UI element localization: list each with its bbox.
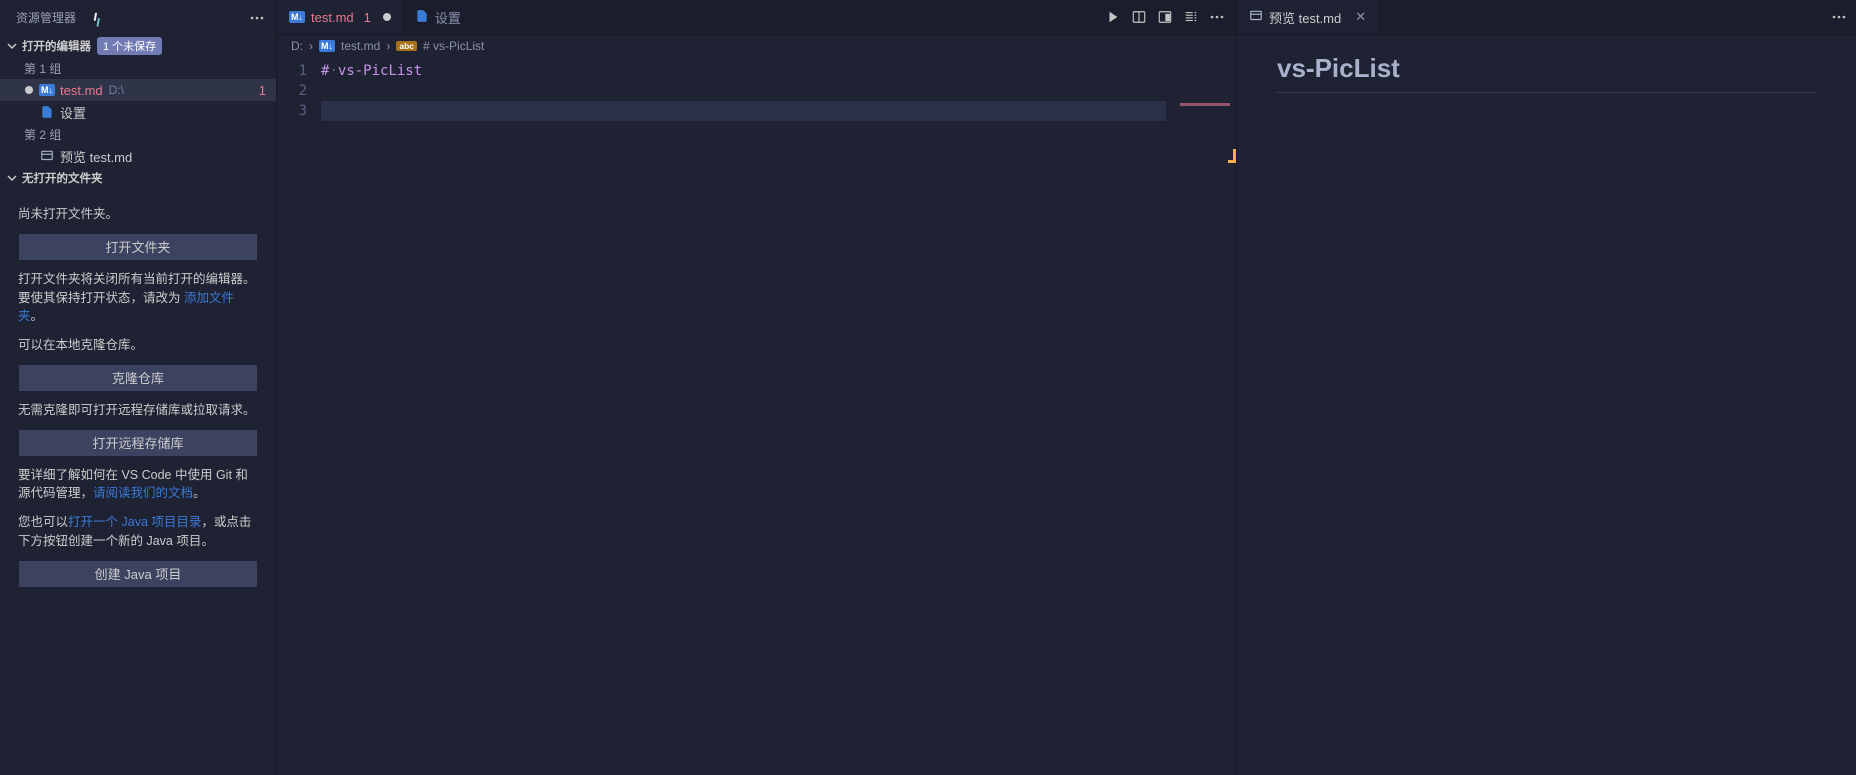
bc-symbol[interactable]: # vs-PicList xyxy=(423,39,484,53)
text-git-docs: 要详细了解如何在 VS Code 中使用 Git 和源代码管理，请阅读我们的文档… xyxy=(18,466,258,504)
preview-file-icon xyxy=(1249,9,1263,26)
no-folder-body: 尚未打开文件夹。 打开文件夹 打开文件夹将关闭所有当前打开的编辑器。要使其保持打… xyxy=(0,189,276,595)
line-number: 3 xyxy=(277,101,317,121)
open-editor-settings[interactable]: 设置 xyxy=(0,101,276,123)
open-folder-button[interactable]: 打开文件夹 xyxy=(19,234,257,260)
file-problem-count: 1 xyxy=(259,83,266,98)
editor-group-2-label: 第 2 组 xyxy=(0,123,276,145)
explorer-sidebar: 资源管理器 打开的编辑器 1 个未保存 第 1 组 M↓ test.md D:\… xyxy=(0,0,276,775)
run-button[interactable] xyxy=(1102,6,1124,28)
preview-file-icon xyxy=(38,147,56,165)
tab-label: 预览 test.md xyxy=(1269,8,1341,27)
open-remote-repo-button[interactable]: 打开远程存储库 xyxy=(19,430,257,456)
file-name: 预览 test.md xyxy=(60,147,132,166)
clone-repo-button[interactable]: 克隆仓库 xyxy=(19,365,257,391)
tab-test-md[interactable]: M↓ test.md 1 xyxy=(277,0,403,34)
open-java-project-link[interactable]: 打开一个 Java 项目目录 xyxy=(68,515,201,529)
more-actions-button[interactable] xyxy=(1206,6,1228,28)
code-line[interactable]: #·vs-PicList xyxy=(321,61,1166,81)
sidebar-header: 资源管理器 xyxy=(0,0,276,35)
chevron-right-icon: › xyxy=(309,39,313,53)
tab-problem-count: 1 xyxy=(364,10,371,25)
preview-tabs: 预览 test.md ✕ xyxy=(1237,0,1856,35)
text-open-folder-warn: 打开文件夹将关闭所有当前打开的编辑器。要使其保持打开状态，请改为 添加文件夹。 xyxy=(18,270,258,326)
text-not-open: 尚未打开文件夹。 xyxy=(18,205,258,224)
tab-preview[interactable]: 预览 test.md ✕ xyxy=(1237,0,1378,34)
create-java-project-button[interactable]: 创建 Java 项目 xyxy=(19,561,257,587)
explorer-title: 资源管理器 xyxy=(16,9,246,26)
bc-file[interactable]: test.md xyxy=(341,39,380,53)
chevron-right-icon: › xyxy=(386,39,390,53)
code-line[interactable] xyxy=(321,81,1166,101)
open-editor-test-md[interactable]: M↓ test.md D:\ 1 xyxy=(0,79,276,101)
editor-tabs: M↓ test.md 1 设置 xyxy=(277,0,1236,35)
cursor-marker xyxy=(1228,149,1236,163)
text-no-clone: 无需克隆即可打开远程存储库或拉取请求。 xyxy=(18,401,258,420)
open-preview-button[interactable] xyxy=(1154,6,1176,28)
editor-group-1: M↓ test.md 1 设置 D: › M↓ test.md › xyxy=(276,0,1236,775)
markdown-file-icon: M↓ xyxy=(319,40,335,52)
preview-heading: vs-PicList xyxy=(1277,53,1816,93)
editor-tab-actions xyxy=(1102,0,1236,34)
main-area: M↓ test.md 1 设置 D: › M↓ test.md › xyxy=(276,0,1856,775)
preview-tab-actions xyxy=(1828,0,1856,34)
tab-label: test.md xyxy=(311,10,354,25)
editor-group-1-label: 第 1 组 xyxy=(0,57,276,79)
open-editors-label: 打开的编辑器 xyxy=(22,38,91,54)
no-folder-label: 无打开的文件夹 xyxy=(22,170,103,186)
file-name: 设置 xyxy=(60,103,86,122)
tab-label: 设置 xyxy=(435,8,461,27)
line-number: 2 xyxy=(277,81,317,101)
overview-ruler[interactable] xyxy=(1166,57,1236,775)
settings-file-icon xyxy=(415,9,429,26)
more-actions-button[interactable] xyxy=(1828,6,1850,28)
tab-settings[interactable]: 设置 xyxy=(403,0,473,34)
line-number: 1 xyxy=(277,61,317,81)
file-name: test.md xyxy=(60,83,103,98)
symbol-icon: abc xyxy=(396,41,417,51)
open-editors-section[interactable]: 打开的编辑器 1 个未保存 xyxy=(0,35,276,57)
file-path: D:\ xyxy=(109,83,124,97)
open-editor-preview[interactable]: 预览 test.md xyxy=(0,145,276,167)
unsaved-badge: 1 个未保存 xyxy=(97,37,162,55)
no-folder-section[interactable]: 无打开的文件夹 xyxy=(0,167,276,189)
text-java: 您也可以打开一个 Java 项目目录，或点击下方按钮创建一个新的 Java 项目… xyxy=(18,513,258,551)
bc-drive[interactable]: D: xyxy=(291,39,303,53)
chevron-down-icon xyxy=(4,38,20,54)
code-editor[interactable]: 1 2 3 #·vs-PicList xyxy=(277,57,1236,775)
unsaved-dot-icon xyxy=(20,86,38,94)
close-icon[interactable]: ✕ xyxy=(1355,9,1366,25)
markdown-preview[interactable]: vs-PicList xyxy=(1237,35,1856,775)
preview-side-button[interactable] xyxy=(1128,6,1150,28)
breadcrumb[interactable]: D: › M↓ test.md › abc # vs-PicList xyxy=(277,35,1236,57)
minimap-marker xyxy=(1180,103,1230,106)
git-docs-link[interactable]: 请阅读我们的文档 xyxy=(93,486,193,500)
unsaved-dot-icon xyxy=(383,13,391,21)
markdown-file-icon: M↓ xyxy=(38,81,56,99)
chevron-down-icon xyxy=(4,170,20,186)
more-actions-button[interactable] xyxy=(246,7,268,29)
code-line-active[interactable] xyxy=(321,101,1166,121)
settings-file-icon xyxy=(38,103,56,121)
text-can-clone: 可以在本地克隆仓库。 xyxy=(18,336,258,355)
line-number-gutter: 1 2 3 xyxy=(277,61,317,121)
split-editor-button[interactable] xyxy=(1180,6,1202,28)
code-content[interactable]: #·vs-PicList xyxy=(321,61,1166,121)
editor-group-2: 预览 test.md ✕ vs-PicList xyxy=(1236,0,1856,775)
markdown-file-icon: M↓ xyxy=(289,11,305,23)
